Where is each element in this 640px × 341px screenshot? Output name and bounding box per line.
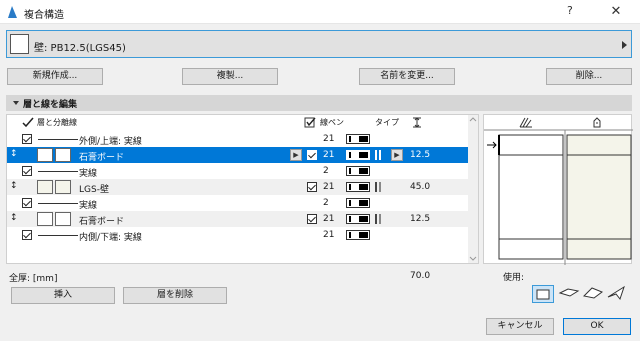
table-row[interactable]: 外側/上端: 実線 21 [7,131,471,147]
row-label: 内側/下端: 実線 [79,233,142,243]
structure-check-header-icon [304,117,318,130]
insert-layer-button[interactable]: 挿入 [11,287,115,304]
row-checkbox[interactable] [22,230,32,240]
app-icon [8,6,17,18]
table-row[interactable]: ↕ 石膏ボード 21 12.5 [7,211,471,227]
wall-usage-icon[interactable] [532,285,554,303]
line-type-swatch[interactable] [346,214,370,224]
structure-preview [483,114,633,265]
table-row[interactable]: ↕ LGS-壁 21 45.0 [7,179,471,195]
layer-fill-swatch [55,180,71,194]
total-thickness-label: 全厚: [mm] [9,274,58,284]
line-type-swatch[interactable] [346,134,370,144]
line-type-icon [375,150,381,160]
shell-usage-icon[interactable] [606,285,628,303]
section-title: 層と線を編集 [23,100,78,110]
row-label: 実線 [79,169,98,179]
row-thickness[interactable]: 12.5 [410,214,430,224]
row-checkbox[interactable] [307,182,317,192]
slab-usage-icon[interactable] [558,285,580,303]
roof-usage-icon[interactable] [582,285,604,303]
type-column-header: タイプ [375,118,399,127]
line-type-swatch[interactable] [346,166,370,176]
row-pen[interactable]: 21 [323,134,334,144]
row-thickness[interactable]: 12.5 [410,150,430,160]
collapse-triangle-icon [13,101,19,105]
table-row[interactable]: ↕ 石膏ボード ▶ 21 ▶ 12.5 [7,147,471,163]
drag-handle-icon[interactable]: ↕ [10,213,18,223]
line-sample [38,171,78,172]
drag-handle-icon[interactable]: ↕ [10,181,18,191]
cancel-button[interactable]: キャンセル [486,318,554,335]
row-pen[interactable]: 21 [323,182,334,192]
section-view-icon [519,117,533,131]
thickness-icon [412,117,422,130]
row-pen[interactable]: 21 [323,150,334,160]
check-all-icon[interactable] [22,117,34,130]
row-label: 石膏ボード [79,217,125,227]
elevation-view-icon [592,117,602,131]
row-label: 実線 [79,201,98,211]
layer-fill-swatch [37,148,53,162]
table-row[interactable]: 内側/下端: 実線 21 [7,227,471,243]
help-button[interactable]: ? [567,4,573,17]
line-type-icon [375,182,381,192]
row-thickness[interactable]: 45.0 [410,182,430,192]
chevron-right-icon[interactable]: ▶ [290,149,302,161]
total-thickness-value: 70.0 [410,271,431,281]
ok-button[interactable]: OK [563,318,631,335]
row-pen[interactable]: 2 [323,166,329,176]
drag-handle-icon[interactable]: ↕ [10,149,18,159]
layer-column-header: 層と分離線 [37,118,77,127]
rename-button[interactable]: 名前を変更... [359,68,455,85]
layer-fill-swatch [55,148,71,162]
row-label: 石膏ボード [79,153,125,163]
duplicate-button[interactable]: 複製... [182,68,278,85]
layer-fill-swatch [37,180,53,194]
window-title: 複合構造 [24,10,64,21]
line-type-icon [375,214,381,224]
line-sample [38,203,78,204]
row-label: 外側/上端: 実線 [79,137,142,147]
delete-button[interactable]: 削除... [546,68,632,85]
table-row[interactable]: 実線 2 [7,163,471,179]
delete-layer-button[interactable]: 層を削除 [123,287,227,304]
layer-fill-swatch [55,212,71,226]
layer-fill-swatch [37,212,53,226]
composite-selector[interactable]: 壁: PB12.5(LGS45) [6,30,632,58]
section-header[interactable]: 層と線を編集 [6,95,632,111]
row-checkbox[interactable] [22,198,32,208]
usage-label: 使用: [503,273,525,283]
title-bar: 複合構造 ? ✕ [0,0,640,24]
close-button[interactable]: ✕ [596,2,636,22]
composite-name: 壁: PB12.5(LGS45) [34,43,126,54]
vertical-scrollbar[interactable] [468,115,478,263]
row-checkbox[interactable] [307,214,317,224]
row-pen[interactable]: 21 [323,230,334,240]
line-type-swatch[interactable] [346,182,370,192]
new-button[interactable]: 新規作成... [7,68,103,85]
row-label: LGS-壁 [79,185,109,195]
chevron-right-icon [622,41,627,49]
row-pen[interactable]: 21 [323,214,334,224]
row-checkbox[interactable] [22,166,32,176]
pen-column-header: 線ペン [320,118,344,127]
line-sample [38,235,78,236]
row-checkbox[interactable] [22,134,32,144]
line-type-swatch[interactable] [346,230,370,240]
line-type-swatch[interactable] [346,150,370,160]
row-checkbox[interactable] [307,150,317,160]
line-sample [38,139,78,140]
table-row[interactable]: 実線 2 [7,195,471,211]
composite-swatch [10,34,29,54]
row-pen[interactable]: 2 [323,198,329,208]
chevron-right-icon[interactable]: ▶ [391,149,403,161]
line-type-swatch[interactable] [346,198,370,208]
